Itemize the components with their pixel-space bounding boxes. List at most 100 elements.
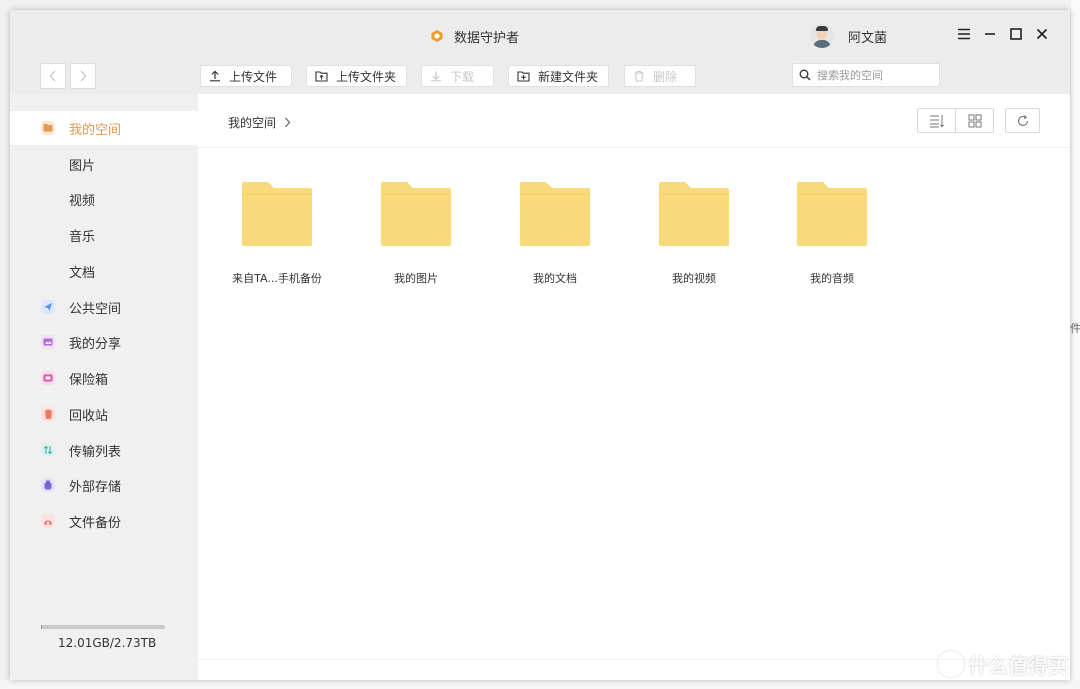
close-icon[interactable] — [1034, 26, 1050, 42]
sidebar-item-music[interactable]: 音乐 — [10, 218, 198, 252]
transfer-icon — [41, 443, 55, 457]
upload-folder-icon — [315, 71, 328, 82]
app-logo-icon — [431, 30, 443, 42]
menu-icon[interactable] — [956, 26, 972, 42]
upload-icon — [210, 70, 220, 82]
breadcrumb-current[interactable]: 我的空间 — [228, 114, 276, 131]
user-name: 阿文菌 — [848, 30, 888, 46]
view-mode-toggle — [917, 108, 994, 133]
folder-icon — [381, 182, 451, 246]
new-folder-icon — [517, 71, 530, 82]
user-account[interactable]: 阿文菌 — [810, 24, 887, 48]
folder-item[interactable]: 我的文档 — [500, 182, 610, 292]
folder-item[interactable]: 我的视频 — [639, 182, 749, 292]
download-button[interactable]: 下载 — [421, 65, 494, 87]
sidebar-item-label: 我的分享 — [69, 336, 122, 352]
storage-usage-fill — [41, 625, 43, 629]
sidebar-item-label: 保险箱 — [69, 372, 109, 388]
title-bar: 数据守护者 阿文菌 上传文件 上传文件夹 下载 新建文件夹 删除 搜索我的空间 — [10, 10, 1070, 94]
forward-button[interactable] — [70, 63, 96, 89]
usb-drive-icon — [41, 478, 55, 492]
folder-item[interactable]: 我的音频 — [777, 182, 887, 292]
upload-folder-button[interactable]: 上传文件夹 — [306, 65, 407, 87]
folder-icon — [520, 182, 590, 246]
maximize-icon[interactable] — [1008, 26, 1024, 42]
folder-name: 我的图片 — [394, 272, 438, 285]
sidebar-item-label: 图片 — [69, 158, 96, 174]
chevron-right-icon — [80, 70, 87, 82]
avatar[interactable] — [810, 24, 834, 48]
recycle-bin-icon — [41, 407, 55, 421]
sidebar-item-label: 视频 — [69, 193, 96, 209]
new-folder-button[interactable]: 新建文件夹 — [508, 65, 609, 87]
breadcrumb[interactable]: 我的空间 — [228, 114, 291, 131]
storage-usage-text: 12.01GB/2.73TB — [58, 636, 157, 650]
search-icon — [799, 69, 811, 81]
sidebar-item-documents[interactable]: 文档 — [10, 254, 198, 288]
folder-icon — [41, 121, 55, 135]
folder-icon — [659, 182, 729, 246]
sidebar-item-transfer-list[interactable]: 传输列表 — [10, 433, 198, 467]
sidebar-item-safe-box[interactable]: 保险箱 — [10, 361, 198, 395]
folder-name: 我的文档 — [533, 272, 577, 285]
folder-name: 我的音频 — [810, 272, 854, 285]
folder-item[interactable]: 我的图片 — [361, 182, 471, 292]
list-view-button[interactable] — [918, 109, 955, 132]
upload-file-button[interactable]: 上传文件 — [200, 65, 292, 87]
chevron-right-icon — [285, 117, 291, 128]
background-bottom — [0, 680, 1080, 689]
upload-folder-label: 上传文件夹 — [336, 69, 397, 84]
download-icon — [431, 71, 441, 82]
backup-icon — [41, 514, 55, 528]
chevron-left-icon — [49, 70, 56, 82]
app-window: 数据守护者 阿文菌 上传文件 上传文件夹 下载 新建文件夹 删除 搜索我的空间 … — [10, 10, 1070, 680]
sidebar-item-external-storage[interactable]: 外部存储 — [10, 468, 198, 502]
sidebar-item-my-space[interactable]: 我的空间 — [10, 111, 198, 145]
refresh-icon — [1017, 114, 1028, 126]
list-sort-icon — [929, 114, 944, 127]
refresh-button[interactable] — [1005, 108, 1040, 133]
app-title: 数据守护者 — [430, 26, 519, 46]
folder-icon — [242, 182, 312, 246]
sidebar-item-label: 音乐 — [69, 229, 96, 245]
trash-icon — [634, 70, 644, 82]
folder-name: 来自TA...手机备份 — [232, 272, 322, 285]
sidebar-item-label: 公共空间 — [69, 301, 122, 317]
storage-usage-bar — [41, 625, 165, 629]
search-box[interactable] — [792, 63, 940, 87]
minimize-icon[interactable] — [982, 26, 998, 42]
sidebar-item-label: 外部存储 — [69, 479, 122, 495]
sidebar-item-public-space[interactable]: 公共空间 — [10, 290, 198, 324]
sidebar-item-label: 文件备份 — [69, 515, 122, 531]
watermark-text: 什么值得买 — [968, 654, 1068, 678]
sidebar-item-recycle-bin[interactable]: 回收站 — [10, 397, 198, 431]
app-title-text: 数据守护者 — [454, 30, 520, 46]
sidebar-item-videos[interactable]: 视频 — [10, 182, 198, 216]
folder-icon — [797, 182, 867, 246]
grid-icon — [968, 114, 981, 127]
folder-name: 我的视频 — [672, 272, 716, 285]
search-input[interactable] — [817, 68, 929, 82]
back-button[interactable] — [40, 63, 66, 89]
watermark: 什么值得买 — [938, 650, 1068, 679]
share-icon — [41, 335, 55, 349]
sidebar-item-label: 回收站 — [69, 408, 109, 424]
divider — [198, 147, 1070, 148]
grid-view-button[interactable] — [955, 109, 993, 132]
delete-label: 删除 — [653, 69, 678, 84]
download-label: 下载 — [450, 69, 475, 84]
delete-button[interactable]: 删除 — [624, 65, 696, 87]
sidebar-item-pictures[interactable]: 图片 — [10, 147, 198, 181]
main-content: 我的空间 来自TA...手机备份 我的图片 我的文档 我的视频 我的音频 — [198, 94, 1070, 680]
safe-icon — [41, 371, 55, 385]
sidebar-item-my-shares[interactable]: 我的分享 — [10, 325, 198, 359]
folder-item[interactable]: 来自TA...手机备份 — [222, 182, 332, 292]
sidebar-item-file-backup[interactable]: 文件备份 — [10, 504, 198, 538]
paper-plane-icon — [41, 300, 55, 314]
sidebar-item-label: 文档 — [69, 265, 96, 281]
sidebar-item-label: 我的空间 — [69, 122, 122, 138]
background-window — [1071, 0, 1080, 689]
background-edge-text: 件, — [1070, 322, 1080, 335]
new-folder-label: 新建文件夹 — [538, 69, 599, 84]
sidebar-item-label: 传输列表 — [69, 444, 122, 460]
